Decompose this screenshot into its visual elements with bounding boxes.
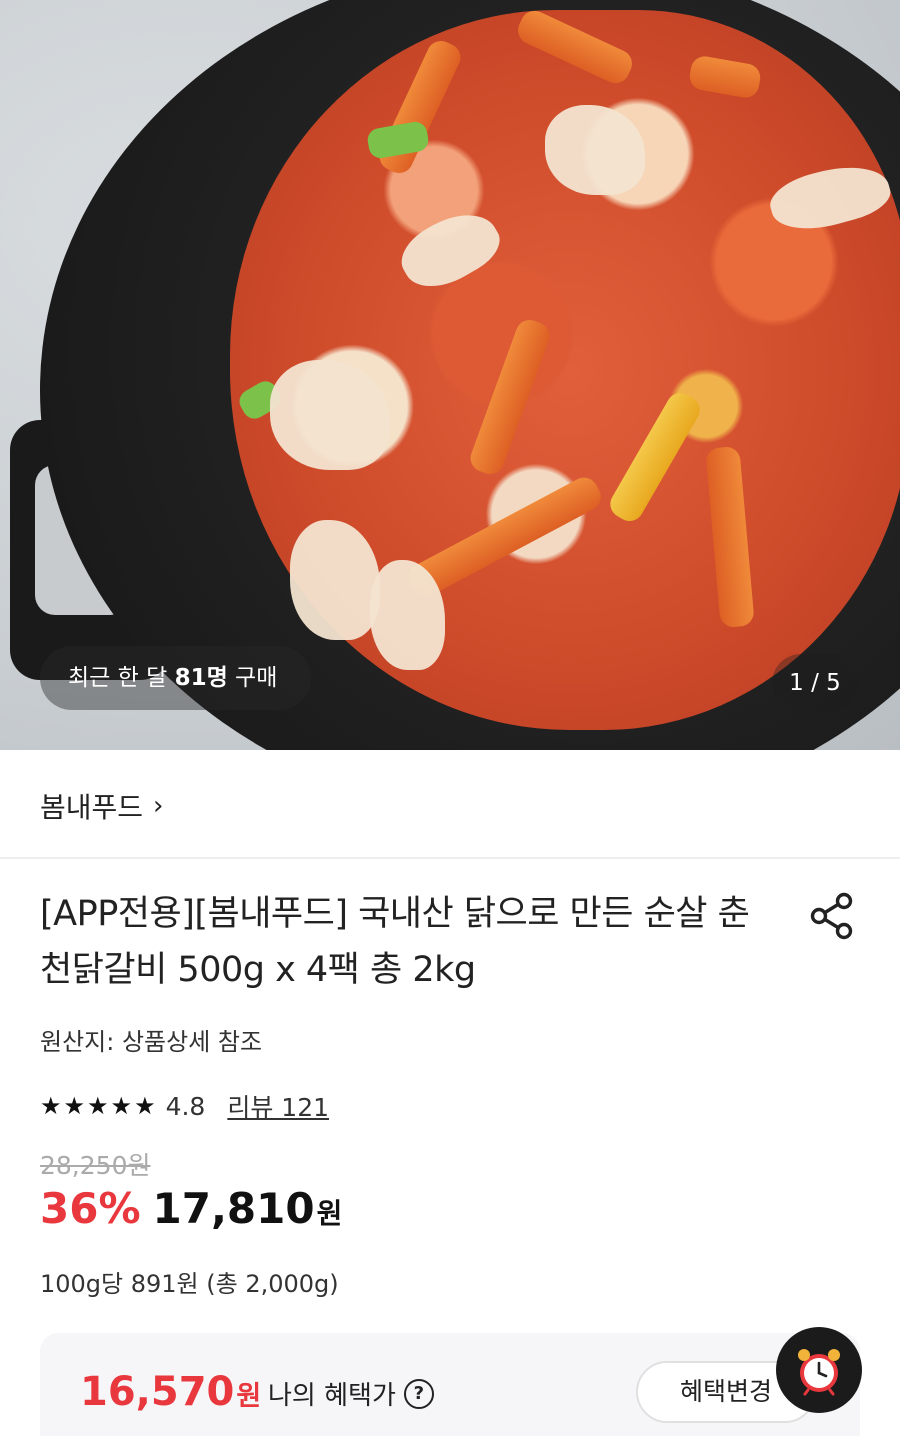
unit-price: 100g당 891원 (총 2,000g)	[40, 1270, 339, 1298]
discount-rate: 36%	[40, 1184, 141, 1233]
timer-floating-button[interactable]	[776, 1327, 862, 1413]
benefit-label-text: 나의 혜택가	[268, 1381, 396, 1411]
page-indicator: 1 / 5	[772, 654, 858, 712]
chevron-right-icon: ›	[153, 791, 164, 821]
product-image-gallery[interactable]: 최근 한 달 81명 구매 1 / 5	[0, 0, 900, 750]
origin-info: 원산지: 상품상세 참조	[40, 1028, 263, 1056]
buyers-prefix: 최근 한 달	[68, 665, 175, 691]
seller-name: 봄내푸드	[40, 791, 144, 824]
my-benefit-box: 16,570 원 나의 혜택가 ? 혜택변경	[40, 1333, 860, 1436]
recent-buyers-badge: 최근 한 달 81명 구매	[40, 646, 312, 710]
benefit-price: 16,570 원	[80, 1369, 261, 1415]
alarm-clock-icon	[798, 1349, 840, 1396]
buyers-count: 81명	[174, 665, 228, 691]
sale-price-unit: 원	[316, 1197, 343, 1230]
product-title: [APP전용][봄내푸드] 국내산 닭으로 만든 순살 춘천닭갈비 500g x…	[40, 894, 750, 990]
star-rating-icons: ★★★★★	[40, 1092, 158, 1120]
original-price: 28,250원	[40, 1151, 151, 1180]
review-count-link[interactable]: 리뷰 121	[227, 1088, 329, 1124]
benefit-label: 나의 혜택가 ?	[268, 1375, 434, 1412]
rating-row: ★★★★★ 4.8 리뷰 121	[40, 1086, 329, 1126]
buyers-suffix: 구매	[227, 665, 278, 691]
divider	[0, 857, 900, 859]
share-icon[interactable]	[806, 890, 858, 942]
benefit-price-unit: 원	[236, 1381, 262, 1412]
rating-score: 4.8	[165, 1091, 206, 1121]
sale-price: 17,810	[152, 1184, 315, 1233]
seller-link[interactable]: 봄내푸드 ›	[40, 782, 163, 830]
help-icon[interactable]: ?	[403, 1378, 434, 1409]
benefit-price-value: 16,570	[80, 1369, 235, 1415]
sale-price-row: 36% 17,810 원	[40, 1184, 342, 1233]
